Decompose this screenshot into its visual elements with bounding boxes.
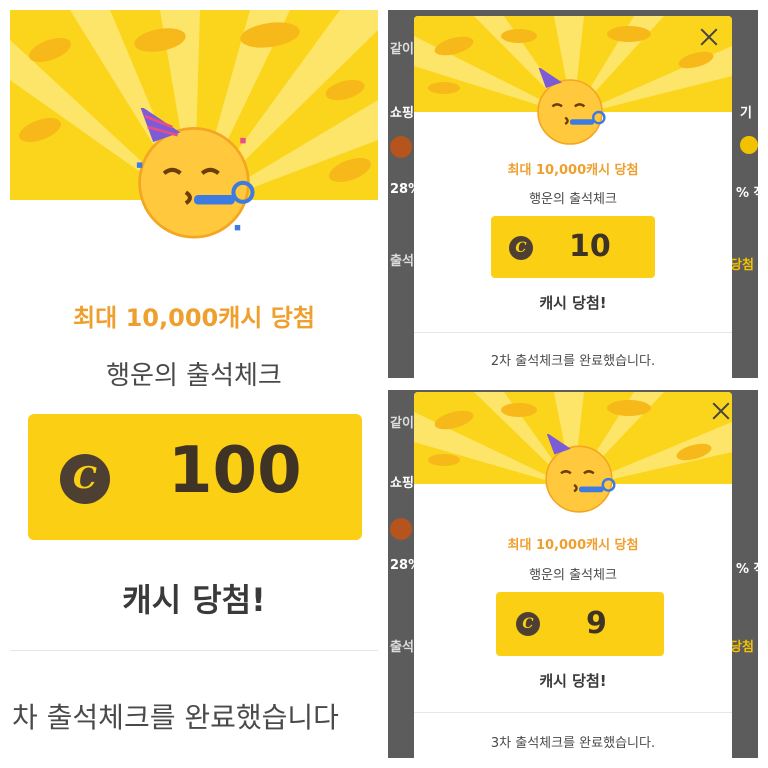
partying-face-icon (538, 434, 620, 516)
bg-fragment: 당첨 (730, 640, 754, 655)
divider (10, 650, 378, 651)
bg-fragment: 당첨 (730, 258, 754, 273)
subtitle: 행운의 출석체크 (106, 361, 282, 391)
win-label: 캐시 당첨! (539, 294, 607, 312)
bg-fragment: % 적 (736, 562, 758, 577)
cash-amount: 10 (569, 229, 611, 264)
bg-fragment: 쇼핑 (390, 106, 414, 121)
bg-fragment: 출석 (390, 254, 414, 269)
cash-coin-icon: C (60, 454, 110, 504)
cash-amount-box: C 100 (28, 414, 362, 540)
partying-face-icon (530, 68, 610, 148)
headline: 최대 10,000캐시 당첨 (507, 538, 639, 553)
bg-logo (390, 136, 412, 158)
bg-logo (390, 518, 412, 540)
win-label: 캐시 당첨! (539, 672, 607, 690)
cash-amount: 9 (586, 606, 607, 641)
bg-fragment: 기 (740, 106, 752, 121)
bg-fragment: % 적 (736, 186, 758, 201)
close-icon[interactable] (710, 400, 732, 422)
top-right-screenshot: 같이 쇼핑 28% 출석 기 % 적 당첨 (388, 10, 758, 378)
large-popup: 최대 10,000캐시 당첨 행운의 출석체크 C 100 캐시 당첨! 차 출… (10, 10, 378, 758)
bg-fragment: 같이 (390, 42, 414, 57)
partying-face-icon (126, 108, 262, 244)
bg-fragment: 출석 (390, 640, 414, 655)
footer-message: 차 출석체크를 완료했습니다 (12, 701, 339, 734)
win-label: 캐시 당첨! (122, 581, 266, 619)
subtitle: 행운의 출석체크 (529, 568, 617, 583)
bg-coin (740, 136, 758, 154)
bottom-right-screenshot: 같이 쇼핑 28% 출석 % 적 당첨 (388, 390, 758, 758)
divider (414, 712, 732, 713)
subtitle: 행운의 출석체크 (529, 192, 617, 207)
divider (414, 332, 732, 333)
footer-message: 3차 출석체크를 완료했습니다. (490, 736, 656, 751)
headline: 최대 10,000캐시 당첨 (73, 304, 315, 332)
close-icon[interactable] (698, 26, 720, 48)
cash-amount: 100 (168, 434, 302, 508)
bg-fragment: 쇼핑 (390, 476, 414, 491)
headline: 최대 10,000캐시 당첨 (507, 163, 639, 178)
cash-coin-icon: C (516, 612, 540, 636)
cash-coin-icon: C (509, 236, 533, 260)
cash-amount-box: C 10 (491, 216, 655, 278)
bg-fragment: 같이 (390, 416, 414, 431)
popup-dialog: 최대 10,000캐시 당첨 행운의 출석체크 C 9 캐시 당첨! 3차 출석… (414, 392, 732, 758)
popup-dialog: 최대 10,000캐시 당첨 행운의 출석체크 C 10 캐시 당첨! 2차 출… (414, 16, 732, 378)
cash-amount-box: C 9 (496, 592, 664, 656)
footer-message: 2차 출석체크를 완료했습니다. (490, 354, 656, 369)
